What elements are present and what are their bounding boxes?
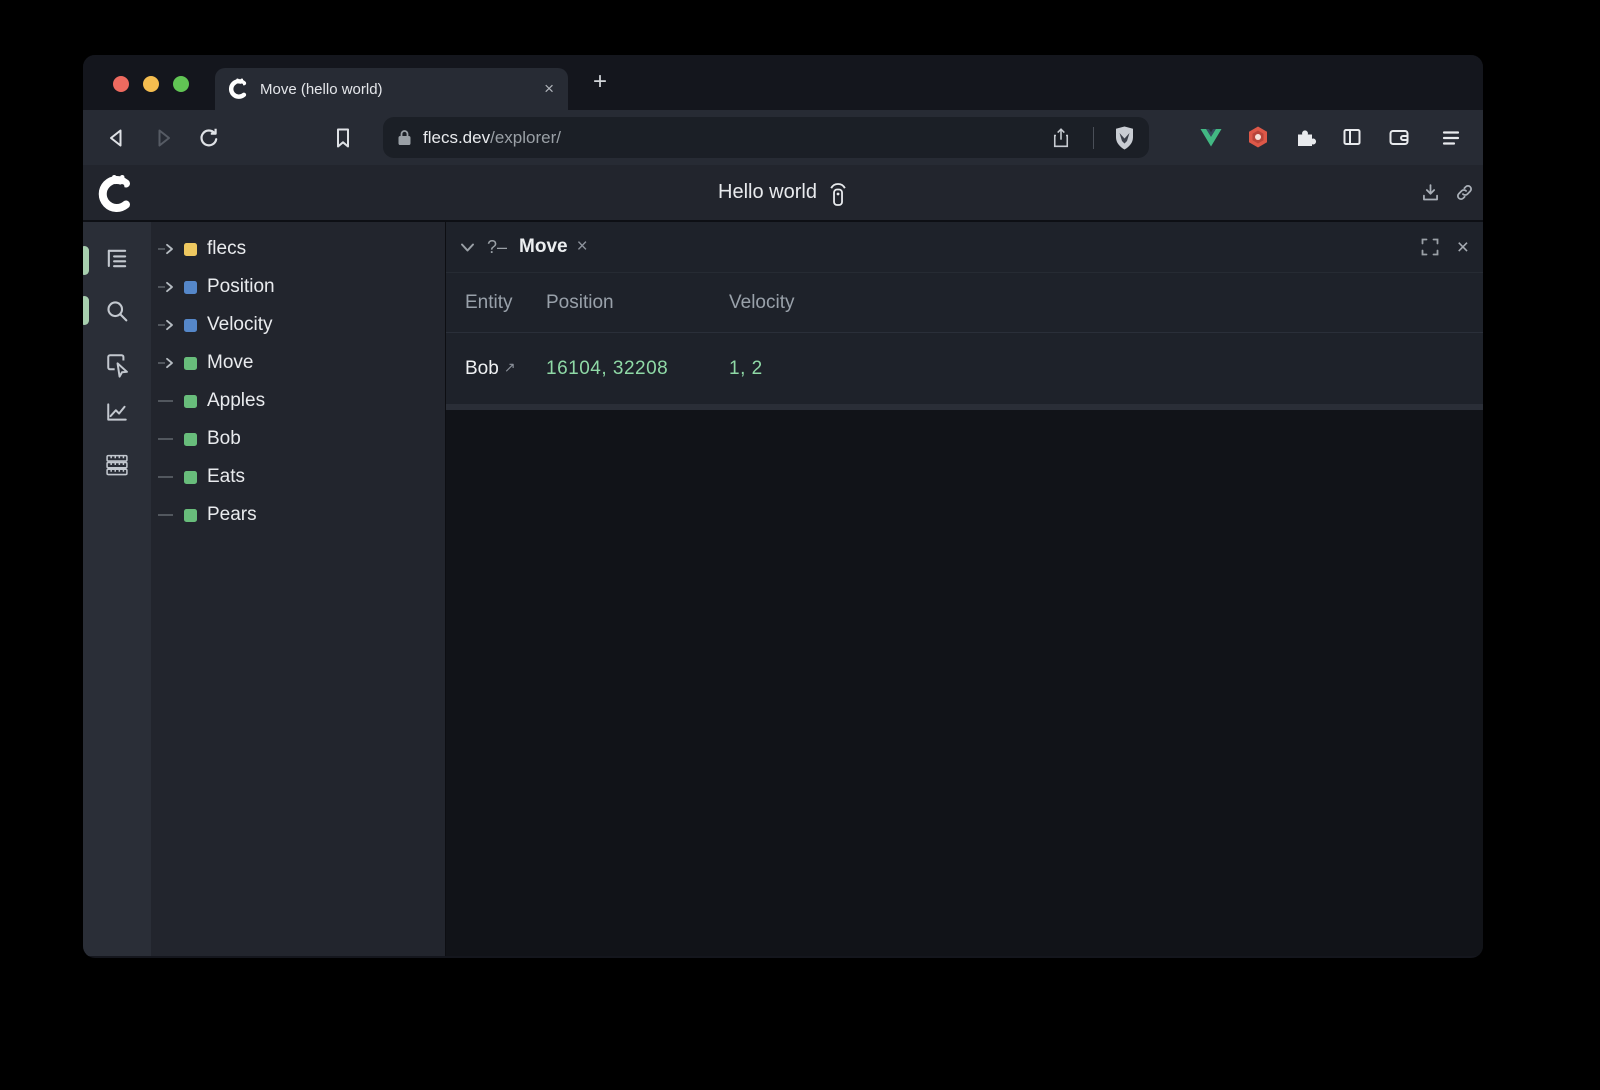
leaf-dash-icon (156, 509, 180, 521)
cell-velocity: 1, 2 (729, 358, 1483, 380)
tree-item-label: Move (207, 352, 253, 374)
tree-item-position[interactable]: Position (151, 268, 445, 306)
tree-item-label: Apples (207, 390, 265, 412)
tab-title: Move (hello world) (260, 81, 383, 98)
lock-icon (397, 129, 412, 146)
page-header-actions (1420, 165, 1475, 220)
column-header-position: Position (546, 292, 729, 314)
tree-item-flecs[interactable]: flecs (151, 230, 445, 268)
hexagon-extension-icon[interactable] (1246, 125, 1270, 149)
expand-arrow-icon[interactable] (156, 357, 180, 369)
tree-item-label: flecs (207, 238, 246, 260)
tree-item-eats[interactable]: Eats (151, 458, 445, 496)
leaf-dash-icon (156, 433, 180, 445)
entity-tree-panel: flecs Position Velocit (151, 222, 445, 956)
entity-color-square (184, 433, 197, 446)
close-panel-icon[interactable]: × (1457, 237, 1469, 258)
bookmark-icon[interactable] (331, 126, 355, 150)
menu-icon[interactable] (1439, 126, 1463, 150)
browser-window: Move (hello world) × + flecs.dev/explo (83, 55, 1483, 958)
tree-item-label: Bob (207, 428, 241, 450)
column-header-entity: Entity (446, 292, 546, 314)
vue-devtools-icon[interactable] (1199, 125, 1223, 149)
table-header-row: Entity Position Velocity (446, 272, 1483, 333)
urlbar-separator (1093, 127, 1094, 149)
tree-item-label: Eats (207, 466, 245, 488)
link-icon[interactable] (1454, 182, 1475, 203)
tree-item-label: Pears (207, 504, 257, 526)
icon-sidebar (83, 222, 151, 956)
url-domain: flecs.dev (423, 128, 490, 148)
query-panel-actions: × (1420, 237, 1469, 258)
minimize-window-button[interactable] (143, 76, 159, 92)
brave-shield-icon[interactable] (1112, 125, 1137, 151)
search-active-indicator (83, 296, 89, 325)
expand-arrow-icon[interactable] (156, 243, 180, 255)
component-color-square (184, 319, 197, 332)
new-tab-button[interactable]: + (587, 69, 613, 95)
query-title: Move (519, 236, 568, 258)
tree-active-indicator (83, 246, 89, 275)
query-panel-bottom-border (446, 404, 1483, 410)
entity-color-square (184, 471, 197, 484)
entity-color-square (184, 357, 197, 370)
chart-icon[interactable] (103, 398, 131, 426)
address-bar[interactable]: flecs.dev/explorer/ (383, 117, 1149, 158)
page-title: Hello world (718, 181, 817, 204)
collapse-chevron-icon[interactable] (460, 242, 475, 253)
extensions-puzzle-icon[interactable] (1293, 125, 1317, 149)
query-clear-icon[interactable]: × (577, 236, 588, 258)
wallet-icon[interactable] (1387, 125, 1411, 149)
fullscreen-icon[interactable] (1420, 237, 1440, 257)
expand-arrow-icon[interactable] (156, 319, 180, 331)
flecs-favicon (228, 78, 250, 100)
module-color-square (184, 243, 197, 256)
entity-color-square (184, 395, 197, 408)
leaf-dash-icon (156, 395, 180, 407)
search-icon[interactable] (103, 297, 131, 325)
remote-connection-icon[interactable] (828, 180, 848, 207)
back-button[interactable] (105, 126, 129, 150)
leaf-dash-icon (156, 471, 180, 483)
zoom-window-button[interactable] (173, 76, 189, 92)
download-icon[interactable] (1420, 182, 1441, 203)
tab-close-icon[interactable]: × (544, 79, 554, 99)
tree-item-apples[interactable]: Apples (151, 382, 445, 420)
tree-item-bob[interactable]: Bob (151, 420, 445, 458)
titlebar: Move (hello world) × + (83, 55, 1483, 110)
query-panel: ?– Move × × Entity Po (446, 222, 1483, 410)
tree-item-pears[interactable]: Pears (151, 496, 445, 534)
browser-toolbar: flecs.dev/explorer/ (83, 110, 1483, 165)
stats-icon[interactable] (103, 451, 131, 479)
entity-link-arrow-icon[interactable]: ↗ (504, 359, 516, 375)
tree-item-move[interactable]: Move (151, 344, 445, 382)
tree-item-velocity[interactable]: Velocity (151, 306, 445, 344)
share-icon[interactable] (1051, 127, 1071, 149)
cell-position: 16104, 32208 (546, 358, 729, 380)
query-prefix: ?– (487, 237, 507, 258)
reload-button[interactable] (197, 126, 221, 150)
column-header-velocity: Velocity (729, 292, 1483, 314)
component-color-square (184, 281, 197, 294)
flecs-logo (97, 174, 137, 214)
sidebar-toggle-icon[interactable] (1340, 125, 1364, 149)
content-area: flecs Position Velocit (83, 222, 1483, 956)
tree-item-label: Velocity (207, 314, 272, 336)
browser-tab[interactable]: Move (hello world) × (215, 68, 568, 110)
close-window-button[interactable] (113, 76, 129, 92)
tree-view-icon[interactable] (103, 245, 131, 273)
entity-name[interactable]: Bob (465, 358, 499, 379)
inspector-icon[interactable] (103, 350, 131, 378)
query-panel-header: ?– Move × × (446, 222, 1483, 272)
entity-color-square (184, 509, 197, 522)
expand-arrow-icon[interactable] (156, 281, 180, 293)
page-header: Hello world (83, 165, 1483, 222)
tree-item-label: Position (207, 276, 275, 298)
url-path: /explorer/ (490, 128, 561, 148)
forward-button[interactable] (151, 126, 175, 150)
world-title-group: Hello world (718, 165, 848, 220)
table-row[interactable]: Bob ↗ 16104, 32208 1, 2 (446, 333, 1483, 404)
main-panel: ?– Move × × Entity Po (445, 222, 1483, 956)
cell-entity: Bob ↗ (446, 358, 546, 380)
